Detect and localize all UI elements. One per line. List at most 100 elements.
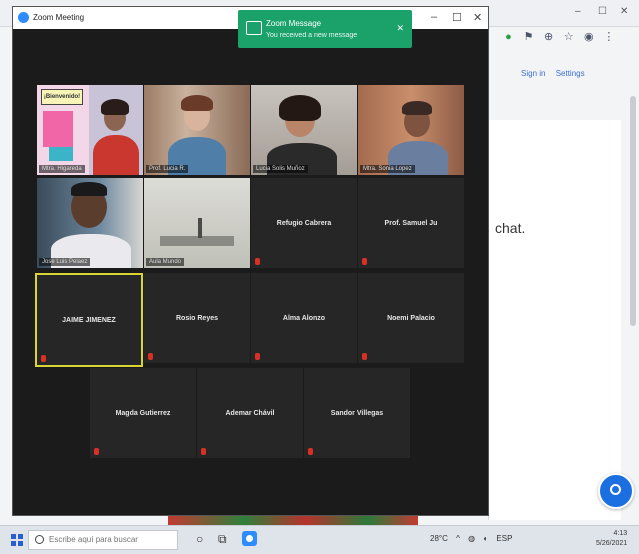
participant-name: Noemi Palacio [387, 315, 435, 323]
participant-tile[interactable]: Prof. Lucia R. [144, 85, 250, 175]
taskbar: ○ ⧉ 28°C ^ ◍ ◐ ESP 4:13 5/26/2021 [0, 525, 639, 554]
participant-tile[interactable]: Sandor Villegas [304, 368, 410, 458]
zoom-window: Zoom Meeting – ☐ ✕ ¡Bienvenido! Mtra. Hi… [12, 6, 489, 516]
table-shape [160, 236, 234, 246]
notification-subtitle: You received a new message [266, 32, 358, 39]
person-hair [71, 182, 107, 196]
poster-shape [43, 111, 73, 147]
muted-mic-icon [308, 448, 313, 455]
poster-shape [49, 147, 73, 161]
browser-close-button[interactable]: ✕ [620, 6, 628, 17]
participant-tile[interactable]: Jose Luis Pelaez [37, 178, 143, 268]
doc-link-signin[interactable]: Sign in [521, 69, 545, 78]
participant-name: Lucia Solis Muñoz [253, 165, 308, 173]
video-feed [251, 85, 357, 175]
doc-link-settings[interactable]: Settings [556, 69, 585, 78]
clock-date: 5/26/2021 [596, 540, 628, 547]
participant-tile[interactable]: Ademar Chávil [197, 368, 303, 458]
minimize-button[interactable]: – [431, 11, 437, 23]
notification-toast[interactable]: Zoom Message You received a new message … [238, 10, 412, 48]
search-input[interactable] [49, 535, 169, 544]
lock-icon[interactable]: ⊕ [540, 30, 557, 43]
video-feed [144, 85, 250, 175]
task-view-icon[interactable]: ⧉ [218, 532, 227, 547]
clock[interactable]: 4:13 5/26/2021 [596, 529, 627, 549]
maximize-button[interactable]: ☐ [452, 11, 462, 24]
participant-tile[interactable]: Rosio Reyes [144, 273, 250, 363]
participant-tile[interactable]: Aula Mundo [144, 178, 250, 268]
clock-time: 4:13 [613, 530, 628, 537]
chevron-up-icon[interactable]: ^ [456, 534, 460, 543]
person-body [93, 135, 139, 175]
volume-icon[interactable]: ◐ [483, 534, 488, 543]
star-icon[interactable]: ☆ [560, 30, 577, 43]
network-icon[interactable]: ◍ [468, 534, 475, 543]
zoom-app-icon[interactable] [242, 531, 257, 546]
chat-fab-button[interactable] [598, 473, 634, 509]
participant-tile[interactable]: Prof. Samuel Ju [358, 178, 464, 268]
person-hair [402, 101, 432, 115]
system-tray: 28°C ^ ◍ ◐ ESP [430, 534, 518, 543]
participant-tile-active-speaker[interactable]: JAIME JIMENEZ [35, 273, 143, 367]
muted-mic-icon [362, 258, 367, 265]
person-hair [279, 95, 321, 121]
video-feed [358, 85, 464, 175]
cortana-icon[interactable]: ○ [196, 532, 203, 546]
language-indicator[interactable]: ESP [496, 534, 512, 543]
participant-tile[interactable]: Magda Gutierrez [90, 368, 196, 458]
zoom-window-title: Zoom Meeting [33, 13, 85, 22]
doc-links: Sign in Settings [521, 69, 593, 78]
muted-mic-icon [255, 353, 260, 360]
close-button[interactable]: ✕ [473, 11, 482, 24]
notification-title: Zoom Message [266, 19, 322, 28]
scrollbar[interactable] [630, 96, 636, 326]
participant-name: Prof. Lucia R. [146, 165, 189, 173]
taskbar-search[interactable] [28, 530, 178, 550]
participant-name: Mtra. Sonia Lopez [360, 165, 415, 173]
muted-mic-icon [362, 353, 367, 360]
participant-name: Ademar Chávil [225, 410, 275, 418]
participant-name: Alma Alonzo [282, 315, 326, 323]
browser-minimize-button[interactable]: – [575, 6, 581, 17]
bookmark-icon[interactable]: ⚑ [520, 30, 537, 43]
weather-temp[interactable]: 28°C [430, 534, 448, 543]
welcome-sign: ¡Bienvenido! [41, 89, 83, 105]
participant-tile[interactable]: Noemi Palacio [358, 273, 464, 363]
menu-icon[interactable]: ⋮ [600, 30, 617, 43]
muted-mic-icon [148, 353, 153, 360]
participant-tile[interactable]: Refugio Cabrera [251, 178, 357, 268]
object-shape [198, 218, 202, 238]
participant-tile[interactable]: Alma Alonzo [251, 273, 357, 363]
video-feed: ¡Bienvenido! [37, 85, 89, 175]
document-text: chat. [495, 220, 526, 236]
participant-name: Rosio Reyes [175, 315, 219, 323]
participant-tile[interactable]: Mtra. Sonia Lopez [358, 85, 464, 175]
participant-name: Aula Mundo [146, 258, 185, 266]
person-hair [181, 95, 213, 111]
muted-mic-icon [201, 448, 206, 455]
muted-mic-icon [94, 448, 99, 455]
participant-name: Refugio Cabrera [276, 220, 332, 228]
document-page [488, 120, 621, 520]
video-feed [89, 85, 143, 175]
chat-icon [246, 21, 262, 35]
muted-mic-icon [41, 355, 46, 362]
person-hair [101, 99, 129, 115]
windows-start-icon[interactable] [11, 534, 23, 546]
participant-name: Mtra. Higareda [39, 165, 85, 173]
participant-name: Jose Luis Pelaez [39, 258, 91, 266]
zoom-logo-icon [18, 12, 29, 23]
browser-maximize-button[interactable]: ☐ [598, 6, 607, 17]
notification-close-button[interactable]: ✕ [396, 23, 404, 34]
participant-name: JAIME JIMENEZ [62, 317, 116, 325]
extension-icon[interactable]: ● [500, 31, 517, 43]
participant-tile[interactable]: Lucia Solis Muñoz [251, 85, 357, 175]
participant-name: Prof. Samuel Ju [384, 220, 438, 228]
participant-name: Sandor Villegas [330, 410, 384, 418]
video-feed [144, 178, 250, 268]
profile-icon[interactable]: ◉ [580, 30, 597, 43]
participant-name: Magda Gutierrez [115, 410, 171, 418]
video-feed [37, 178, 143, 268]
participant-tile[interactable]: ¡Bienvenido! Mtra. Higareda [37, 85, 143, 175]
search-icon [35, 535, 44, 544]
